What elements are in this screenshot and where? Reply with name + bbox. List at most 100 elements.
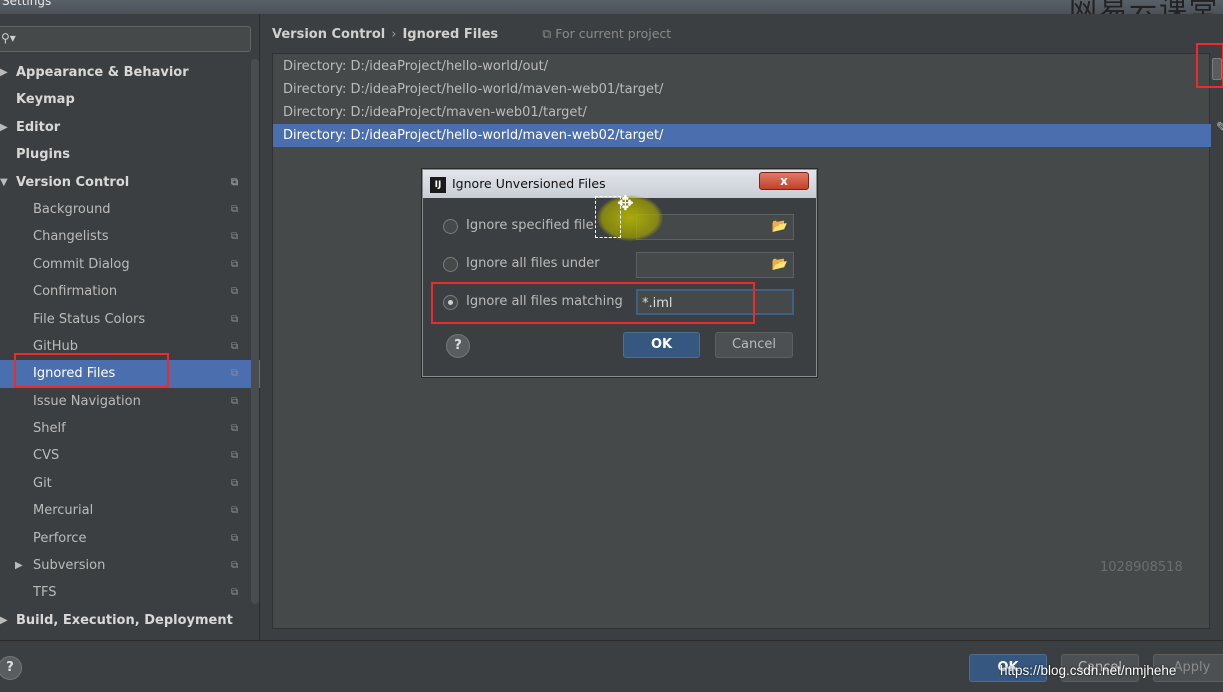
- chevron-right-icon[interactable]: ▶: [0, 114, 8, 141]
- project-scope-icon: ⧉: [231, 286, 239, 298]
- sidebar-item-label: Mercurial: [33, 503, 94, 519]
- project-scope-icon: ⧉: [231, 258, 239, 270]
- sidebar-item-file-status-colors[interactable]: File Status Colors ⧉: [0, 306, 260, 333]
- window-title: Settings: [2, 0, 52, 8]
- sidebar-item-label: Build, Execution, Deployment: [16, 612, 233, 628]
- help-button[interactable]: ?: [0, 656, 22, 680]
- id-watermark: 1028908518: [1100, 560, 1183, 575]
- sidebar-item-label: Shelf: [33, 421, 66, 437]
- list-item[interactable]: Directory: D:/ideaProject/maven-web01/ta…: [273, 101, 1211, 124]
- sidebar-item-mercurial[interactable]: Mercurial ⧉: [0, 497, 260, 524]
- watermark-logo: 网易云课堂: [1069, 0, 1219, 14]
- option-label: Ignore all files under: [466, 256, 600, 271]
- edit-icon[interactable]: ✎: [1216, 120, 1223, 136]
- breadcrumb: Version Control › Ignored Files ⧉ For curr…: [272, 26, 671, 44]
- scope-label: ⧉ For current project: [542, 26, 672, 41]
- chevron-right-icon[interactable]: ▶: [15, 552, 23, 579]
- sidebar-item-label: CVS: [33, 448, 60, 464]
- sidebar-item-cvs[interactable]: CVS ⧉: [0, 442, 260, 469]
- breadcrumb-separator: ›: [391, 27, 397, 42]
- project-scope-icon: ⧉: [231, 395, 239, 407]
- files-under-field[interactable]: 📂: [636, 252, 794, 278]
- settings-tree: ▶ Appearance & Behavior Keymap ▶ Editor Plugi…: [0, 59, 260, 634]
- chevron-down-icon[interactable]: ▼: [0, 169, 8, 196]
- project-scope-icon: ⧉: [231, 423, 239, 435]
- project-scope-icon: ⧉: [231, 203, 239, 215]
- breadcrumb-parent[interactable]: Version Control: [272, 27, 385, 42]
- dialog-ok-button[interactable]: OK: [623, 332, 700, 358]
- sidebar-item-issue-navigation[interactable]: Issue Navigation ⧉: [0, 388, 260, 415]
- sidebar-scrollbar[interactable]: [251, 59, 259, 604]
- sidebar-item-git[interactable]: Git ⧉: [0, 470, 260, 497]
- intellij-logo-icon: IJ: [430, 177, 446, 193]
- sidebar-item-label: Plugins: [16, 147, 70, 163]
- sidebar-item-label: GitHub: [33, 338, 79, 354]
- project-scope-icon: ⧉: [231, 231, 239, 243]
- footer-bar: ? OK Cancel Apply https://blog.csdn.net/…: [0, 640, 1223, 692]
- sidebar-item-build-execution-deployment[interactable]: ▶ Build, Execution, Deployment: [0, 607, 260, 634]
- dialog-close-button[interactable]: x: [759, 172, 809, 190]
- sidebar-item-label: Commit Dialog: [33, 256, 130, 272]
- chevron-right-icon[interactable]: ▶: [0, 59, 8, 86]
- settings-sidebar: ⚲▾ ▶ Appearance & Behavior Keymap ▶ Editor Pl…: [0, 14, 260, 640]
- project-scope-icon: ⧉: [231, 313, 239, 325]
- sidebar-item-background[interactable]: Background ⧉: [0, 196, 260, 223]
- sidebar-item-version-control[interactable]: ▼ Version Control ⧉: [0, 169, 260, 196]
- ignored-files-highlight: [14, 353, 169, 388]
- sidebar-item-subversion[interactable]: ▶ Subversion ⧉: [0, 552, 260, 579]
- project-scope-icon: ⧉: [231, 587, 239, 599]
- sidebar-item-keymap[interactable]: Keymap: [0, 86, 260, 113]
- sidebar-item-label: Version Control: [16, 174, 130, 190]
- list-item[interactable]: Directory: D:/ideaProject/hello-world/ma…: [273, 78, 1211, 101]
- sidebar-item-plugins[interactable]: Plugins: [0, 141, 260, 168]
- sidebar-item-shelf[interactable]: Shelf ⧉: [0, 415, 260, 442]
- sidebar-item-label: Editor: [16, 119, 61, 135]
- dialog-cancel-button[interactable]: Cancel: [715, 332, 793, 358]
- source-url-watermark: https://blog.csdn.net/nmjhehe: [1000, 663, 1177, 678]
- sidebar-item-label: Git: [33, 475, 52, 491]
- radio-ignore-files-under[interactable]: [443, 257, 458, 272]
- sidebar-item-label: Confirmation: [33, 284, 118, 300]
- sidebar-item-appearance-behavior[interactable]: ▶ Appearance & Behavior: [0, 59, 260, 86]
- sidebar-item-tfs[interactable]: TFS ⧉: [0, 579, 260, 606]
- option-label: Ignore specified file: [466, 218, 594, 233]
- sidebar-item-label: Perforce: [33, 530, 87, 546]
- search-icon: ⚲▾: [1, 31, 16, 45]
- dialog-title: Ignore Unversioned Files: [452, 176, 606, 191]
- sidebar-item-label: TFS: [33, 585, 57, 601]
- sidebar-item-label: File Status Colors: [33, 311, 146, 327]
- folder-browse-icon[interactable]: 📂: [772, 257, 788, 272]
- project-scope-icon: ⧉: [231, 505, 239, 517]
- matching-option-highlight: [431, 282, 755, 324]
- scope-text: For current project: [555, 26, 672, 41]
- breadcrumb-current: Ignored Files: [402, 27, 499, 42]
- sidebar-item-label: Keymap: [16, 92, 75, 108]
- sidebar-item-perforce[interactable]: Perforce ⧉: [0, 525, 260, 552]
- dialog-help-button[interactable]: ?: [446, 334, 470, 358]
- project-scope-icon: ⧉: [231, 450, 239, 462]
- list-item[interactable]: Directory: D:/ideaProject/hello-world/ma…: [273, 124, 1211, 147]
- project-scope-icon: ⧉: [231, 176, 239, 188]
- project-scope-icon: ⧉: [231, 368, 239, 380]
- project-scope-icon: ⧉: [231, 532, 239, 544]
- project-scope-icon: ⧉: [231, 340, 239, 352]
- project-scope-icon: ⧉: [231, 560, 239, 572]
- sidebar-item-label: Background: [33, 201, 111, 217]
- project-scope-icon: ⧉: [231, 477, 239, 489]
- folder-browse-icon[interactable]: 📂: [772, 219, 788, 234]
- radio-ignore-specified-file[interactable]: [443, 219, 458, 234]
- move-cursor-icon: ✥: [617, 191, 634, 215]
- sidebar-item-label: Subversion: [33, 558, 106, 574]
- add-button-highlight: [1196, 43, 1223, 88]
- search-input[interactable]: ⚲▾: [0, 26, 251, 52]
- sidebar-item-label: Changelists: [33, 229, 109, 245]
- sidebar-item-label: Issue Navigation: [33, 393, 141, 409]
- sidebar-item-commit-dialog[interactable]: Commit Dialog ⧉: [0, 251, 260, 278]
- window-title-bar: Settings 网易云课堂: [0, 0, 1223, 14]
- sidebar-item-label: Appearance & Behavior: [16, 65, 189, 80]
- list-item[interactable]: Directory: D:/ideaProject/hello-world/ou…: [273, 55, 1211, 78]
- sidebar-item-editor[interactable]: ▶ Editor: [0, 114, 260, 141]
- sidebar-item-confirmation[interactable]: Confirmation ⧉: [0, 278, 260, 305]
- chevron-right-icon[interactable]: ▶: [0, 607, 8, 634]
- sidebar-item-changelists[interactable]: Changelists ⧉: [0, 223, 260, 250]
